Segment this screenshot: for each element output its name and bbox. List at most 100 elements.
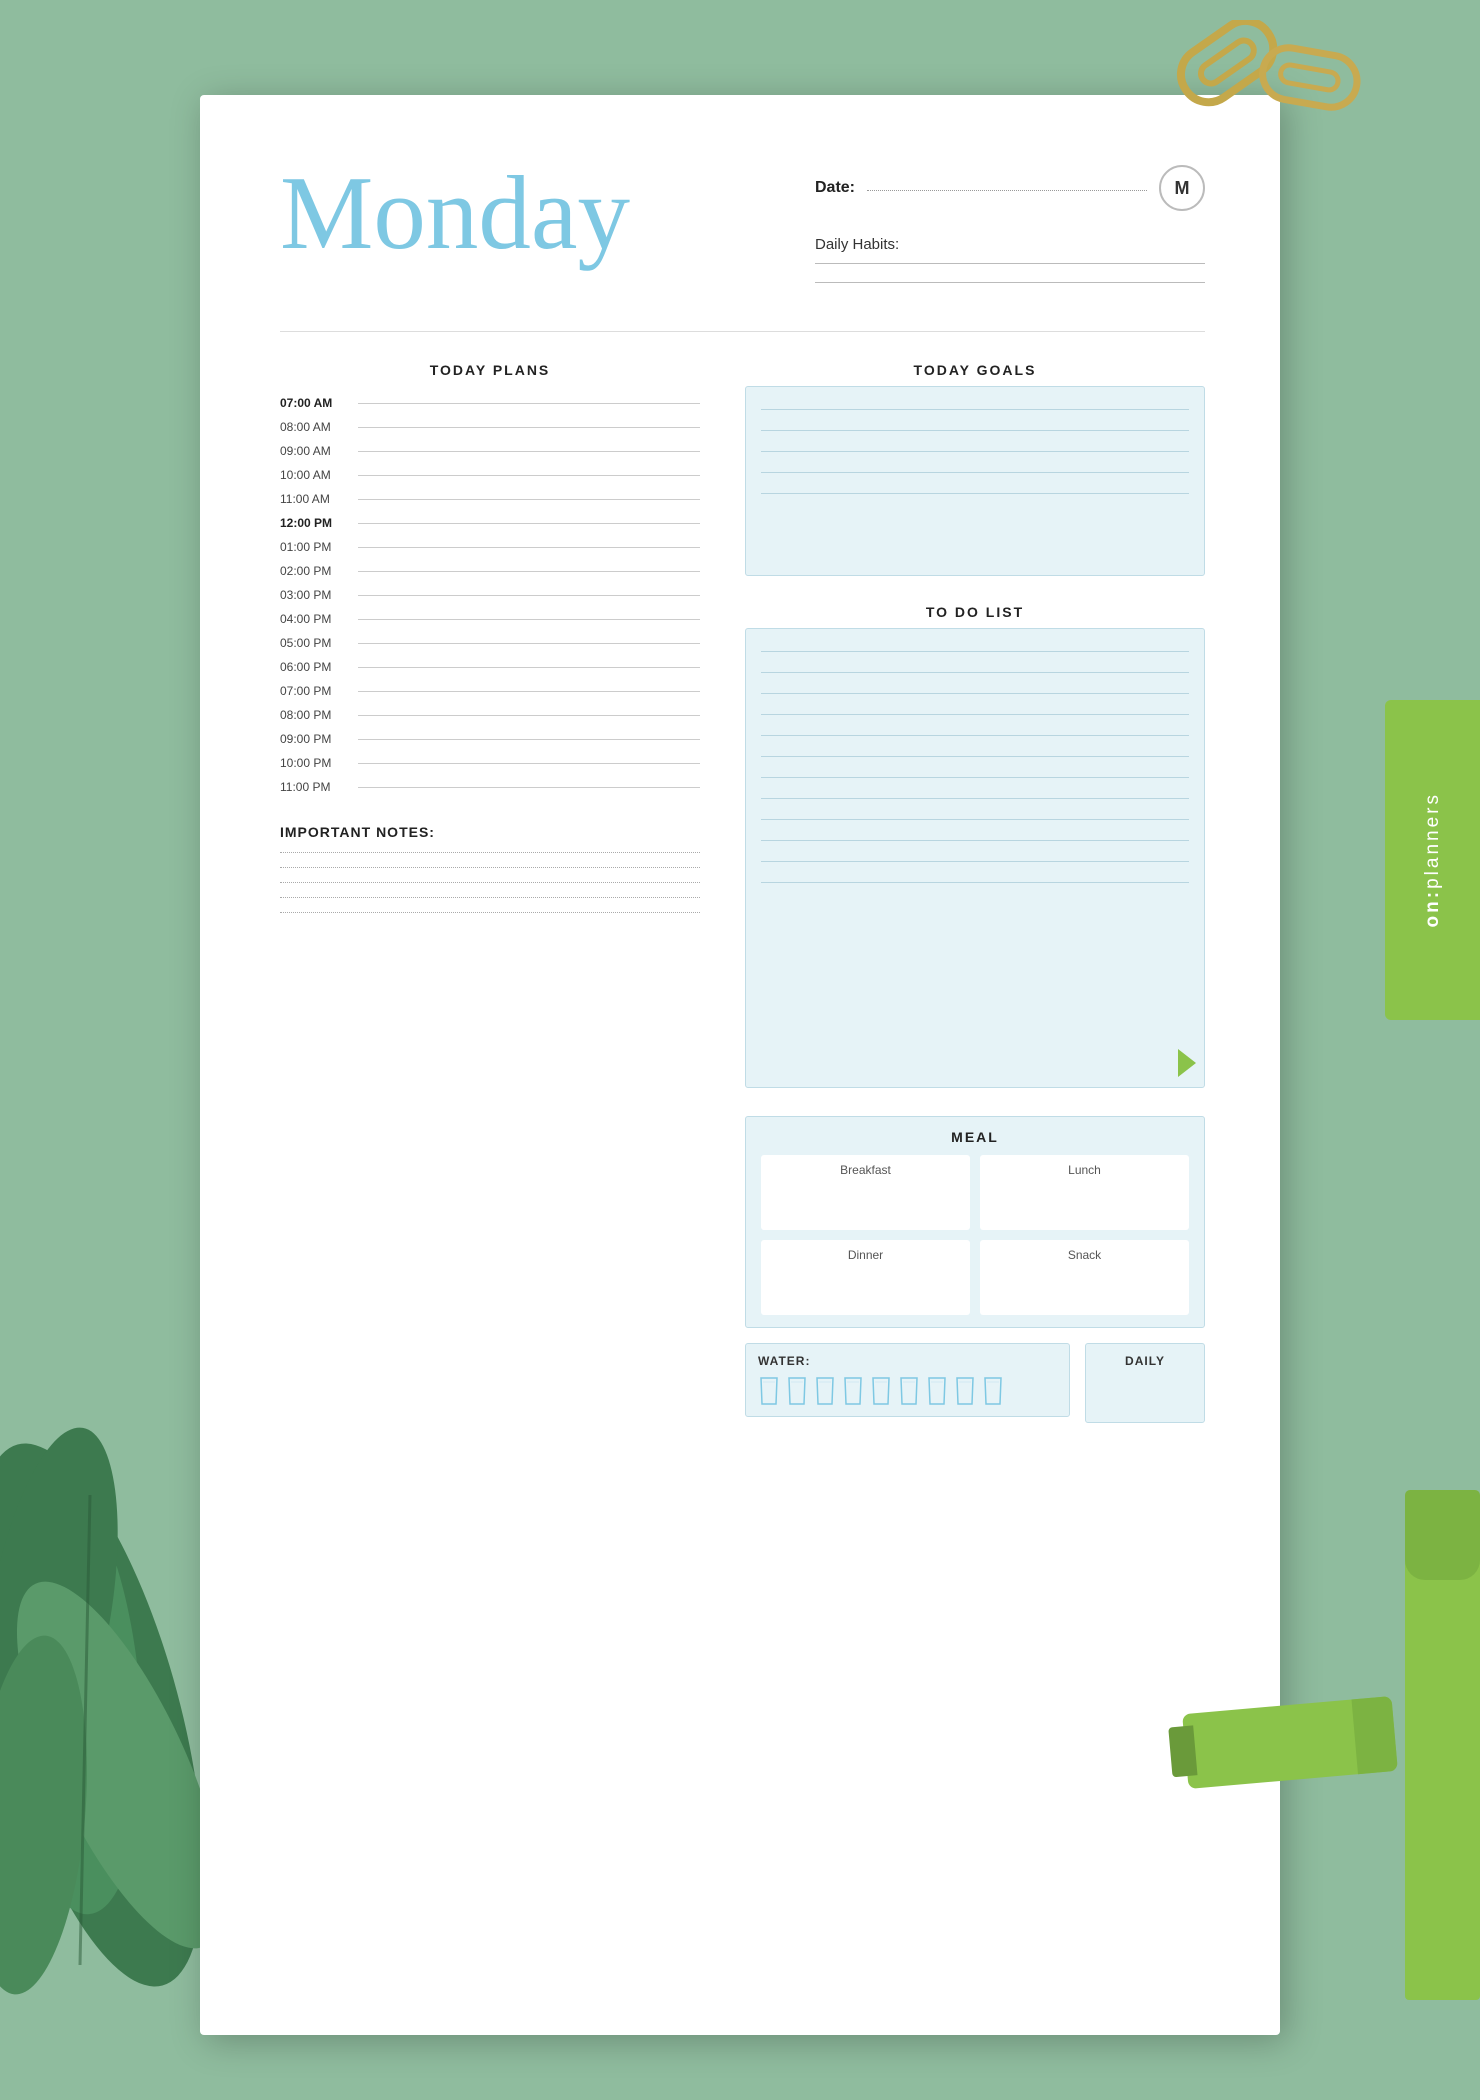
notes-line-3	[280, 882, 700, 883]
glass-6	[898, 1376, 920, 1406]
glass-1	[758, 1376, 780, 1406]
time-slot-0500pm: 05:00 PM	[280, 636, 700, 650]
time-slot-0600pm: 06:00 PM	[280, 660, 700, 674]
notes-line-1	[280, 852, 700, 853]
time-slot-1200: 12:00 PM	[280, 516, 700, 530]
time-line-0900	[358, 451, 700, 452]
meal-breakfast-label: Breakfast	[769, 1163, 962, 1177]
todo-line-2	[761, 662, 1189, 673]
meal-grid: Breakfast Lunch Dinner Snack	[761, 1155, 1189, 1315]
today-goals-section: TODAY GOALS	[745, 362, 1205, 576]
time-slot-0800: 08:00 AM	[280, 420, 700, 434]
todo-line-6	[761, 746, 1189, 757]
todo-line-10	[761, 830, 1189, 841]
date-label: Date:	[815, 179, 855, 197]
todo-line-7	[761, 767, 1189, 778]
glass-5	[870, 1376, 892, 1406]
meal-section: MEAL Breakfast Lunch Dinner Snack	[745, 1116, 1205, 1328]
glass-7	[926, 1376, 948, 1406]
glass-4	[842, 1376, 864, 1406]
water-section: WATER:	[745, 1343, 1070, 1417]
time-line-0700	[358, 403, 700, 404]
goals-box	[745, 386, 1205, 576]
time-line-0300pm	[358, 595, 700, 596]
time-label-0800pm: 08:00 PM	[280, 708, 358, 722]
time-label-0300pm: 03:00 PM	[280, 588, 358, 602]
daily-habits-label: Daily Habits:	[815, 236, 1205, 253]
time-label-0800: 08:00 AM	[280, 420, 358, 434]
planner-page: Monday Date: M Daily Habits: TOD	[200, 95, 1280, 2035]
day-title-area: Monday	[280, 150, 630, 271]
time-label-0100pm: 01:00 PM	[280, 540, 358, 554]
time-slot-1000: 10:00 AM	[280, 468, 700, 482]
todo-line-3	[761, 683, 1189, 694]
time-line-1100	[358, 499, 700, 500]
meal-breakfast-cell: Breakfast	[761, 1155, 970, 1230]
daily-habits-row: Daily Habits:	[815, 236, 1205, 283]
todo-line-1	[761, 641, 1189, 652]
time-slot-0800pm: 08:00 PM	[280, 708, 700, 722]
todo-section: TO DO LIST	[745, 604, 1205, 1088]
notes-line-5	[280, 912, 700, 913]
time-label-0700: 07:00 AM	[280, 396, 358, 410]
meal-dinner-label: Dinner	[769, 1248, 962, 1262]
goals-line-2	[761, 420, 1189, 431]
onplanners-text: on:planners	[1422, 792, 1444, 927]
todo-line-5	[761, 725, 1189, 736]
meal-lunch-cell: Lunch	[980, 1155, 1189, 1230]
time-label-1100: 11:00 AM	[280, 492, 358, 506]
main-divider	[280, 331, 1205, 332]
today-plans-title: TODAY PLANS	[280, 362, 700, 378]
todo-title: TO DO LIST	[745, 604, 1205, 620]
date-row: Date: M	[815, 165, 1205, 211]
time-line-1000pm	[358, 763, 700, 764]
paperclips-decoration	[1160, 20, 1380, 165]
todo-box	[745, 628, 1205, 1088]
time-line-0800pm	[358, 715, 700, 716]
time-line-0400pm	[358, 619, 700, 620]
glass-3	[814, 1376, 836, 1406]
glass-2	[786, 1376, 808, 1406]
notes-line-2	[280, 867, 700, 868]
meal-snack-cell: Snack	[980, 1240, 1189, 1315]
water-glasses	[758, 1376, 1057, 1406]
goals-line-3	[761, 441, 1189, 452]
daily-section: DAILY	[1085, 1343, 1205, 1423]
todo-line-4	[761, 704, 1189, 715]
time-slot-0700pm: 07:00 PM	[280, 684, 700, 698]
header-section: Monday Date: M Daily Habits:	[280, 150, 1205, 301]
meal-dinner-cell: Dinner	[761, 1240, 970, 1315]
glass-8	[954, 1376, 976, 1406]
main-content: TODAY PLANS 07:00 AM 08:00 AM 09:00 AM 1…	[280, 362, 1205, 1423]
water-label: WATER:	[758, 1354, 1057, 1368]
time-label-0900: 09:00 AM	[280, 444, 358, 458]
onplanners-badge: on:planners	[1385, 700, 1480, 1020]
notes-line-4	[280, 897, 700, 898]
time-line-1000	[358, 475, 700, 476]
time-slot-0200pm: 02:00 PM	[280, 564, 700, 578]
time-label-1000pm: 10:00 PM	[280, 756, 358, 770]
time-slot-0900: 09:00 AM	[280, 444, 700, 458]
schedule-column: TODAY PLANS 07:00 AM 08:00 AM 09:00 AM 1…	[280, 362, 700, 1423]
time-slot-1100pm: 11:00 PM	[280, 780, 700, 794]
time-slot-1100: 11:00 AM	[280, 492, 700, 506]
todo-line-12	[761, 872, 1189, 883]
time-slot-1000pm: 10:00 PM	[280, 756, 700, 770]
time-slot-0100pm: 01:00 PM	[280, 540, 700, 554]
meal-snack-label: Snack	[988, 1248, 1181, 1262]
water-daily-section: WATER: DAILY	[745, 1343, 1205, 1423]
time-label-0200pm: 02:00 PM	[280, 564, 358, 578]
habits-line-1	[815, 263, 1205, 264]
time-line-1100pm	[358, 787, 700, 788]
time-label-0600pm: 06:00 PM	[280, 660, 358, 674]
goals-line-1	[761, 399, 1189, 410]
time-slot-0900pm: 09:00 PM	[280, 732, 700, 746]
date-line	[867, 190, 1147, 191]
time-label-1200: 12:00 PM	[280, 516, 358, 530]
time-line-0900pm	[358, 739, 700, 740]
meal-title: MEAL	[761, 1129, 1189, 1145]
time-line-0500pm	[358, 643, 700, 644]
monday-circle: M	[1159, 165, 1205, 211]
right-column: TODAY GOALS TO DO LIST	[745, 362, 1205, 1423]
highlighter-decoration	[1395, 1500, 1480, 2000]
